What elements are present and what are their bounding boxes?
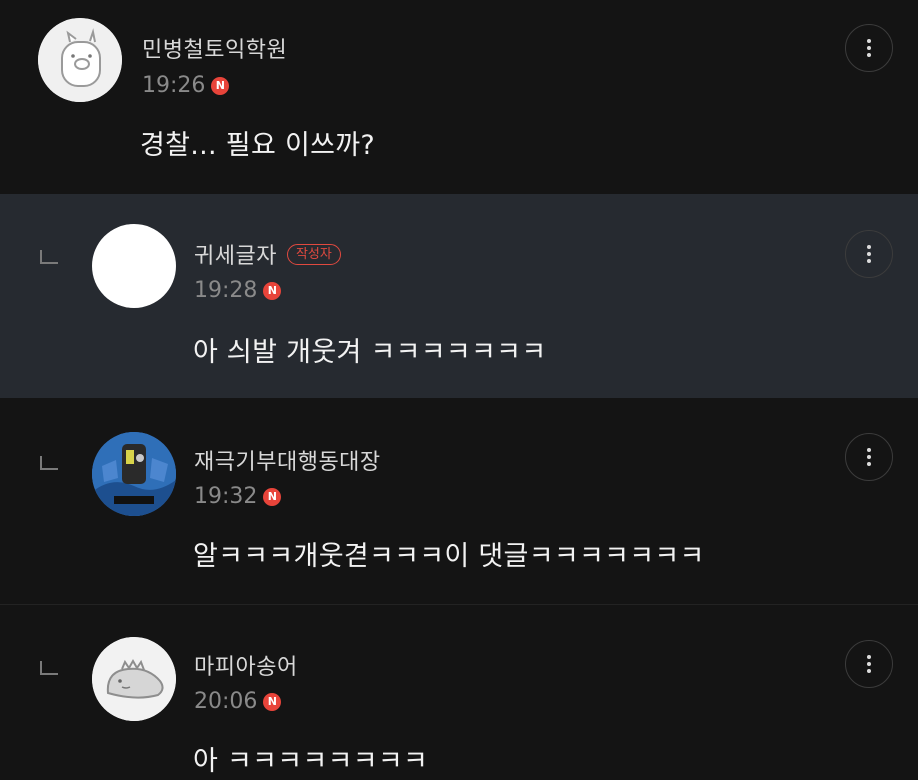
comment-text: 아 ㅋㅋㅋㅋㅋㅋㅋㅋ xyxy=(193,746,429,777)
nickname[interactable]: 마피아송어 xyxy=(194,649,298,681)
new-badge-icon: N xyxy=(263,487,282,506)
dinosaur-sticker-icon xyxy=(92,637,176,721)
comment-item: 귀세글자 작성자 19:28 N 아 싀발 개웃겨 ㅋㅋㅋㅋㅋㅋㅋ xyxy=(0,194,918,398)
new-badge-icon: N xyxy=(263,281,282,300)
reply-arrow-icon xyxy=(40,250,58,264)
comment-text: 알ㅋㅋㅋ개웃겯ㅋㅋㅋ이 댓글ㅋㅋㅋㅋㅋㅋㅋ xyxy=(193,541,705,572)
nickname[interactable]: 귀세글자 xyxy=(194,238,277,270)
vertical-ellipsis-icon xyxy=(867,655,871,673)
avatar[interactable] xyxy=(38,18,122,102)
avatar[interactable] xyxy=(92,224,176,308)
more-options-button[interactable] xyxy=(845,230,893,278)
vertical-ellipsis-icon xyxy=(867,448,871,466)
reply-arrow-icon xyxy=(40,661,58,675)
comment-item: 재극기부대행동대장 19:32 N 알ㅋㅋㅋ개웃겯ㅋㅋㅋ이 댓글ㅋㅋㅋㅋㅋㅋㅋ xyxy=(0,400,918,604)
new-badge-icon: N xyxy=(263,692,282,711)
more-options-button[interactable] xyxy=(845,640,893,688)
new-badge-icon: N xyxy=(211,76,230,95)
vertical-ellipsis-icon xyxy=(867,245,871,263)
comment-item: 마피아송어 20:06 N 아 ㅋㅋㅋㅋㅋㅋㅋㅋ xyxy=(0,605,918,780)
nickname[interactable]: 재극기부대행동대장 xyxy=(194,444,381,476)
comment-text: 경찰... 필요 이쓰까? xyxy=(140,130,376,161)
timestamp: 20:06 xyxy=(194,689,258,714)
comment-text: 아 싀발 개웃겨 ㅋㅋㅋㅋㅋㅋㅋ xyxy=(193,337,547,368)
timestamp: 19:26 xyxy=(142,73,206,98)
nickname[interactable]: 민병철토익학원 xyxy=(142,32,287,64)
more-options-button[interactable] xyxy=(845,433,893,481)
vertical-ellipsis-icon xyxy=(867,39,871,57)
more-options-button[interactable] xyxy=(845,24,893,72)
photo-icon xyxy=(92,432,176,516)
author-badge: 작성자 xyxy=(286,243,341,265)
reply-arrow-icon xyxy=(40,456,58,470)
pig-sticker-icon xyxy=(38,18,122,102)
comment-item: 민병철토익학원 19:26 N 경찰... 필요 이쓰까? xyxy=(0,0,918,192)
avatar[interactable] xyxy=(92,637,176,721)
timestamp: 19:32 xyxy=(194,484,258,509)
timestamp: 19:28 xyxy=(194,278,258,303)
avatar[interactable] xyxy=(92,432,176,516)
